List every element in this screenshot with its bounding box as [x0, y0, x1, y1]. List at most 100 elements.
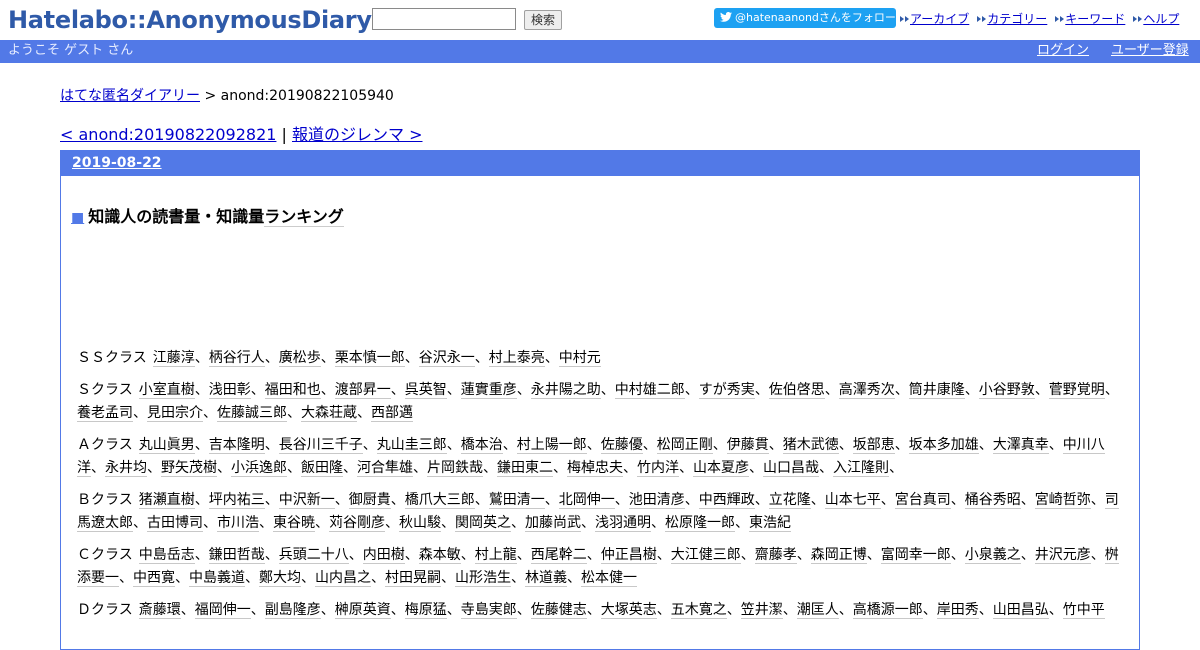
person-keyword-link[interactable]: 榊原英資 [334, 602, 391, 619]
person-keyword-link[interactable]: 中島義道 [189, 570, 245, 587]
person-keyword-link[interactable]: 内田樹 [362, 547, 405, 564]
breadcrumb-home-link[interactable]: はてな匿名ダイアリー [60, 88, 200, 104]
person-keyword-link[interactable]: 松原隆一郎 [665, 515, 735, 532]
person-keyword-link[interactable]: 森岡正博 [810, 547, 867, 564]
person-keyword-link[interactable]: 井沢元彦 [1034, 547, 1091, 564]
twitter-follow-button[interactable]: @hatenaanondさんをフォロー [714, 8, 896, 28]
person-keyword-link[interactable]: 佐伯啓思 [768, 382, 825, 399]
person-keyword-link[interactable]: 松本健一 [581, 570, 637, 587]
person-keyword-link[interactable]: 蓮實重彦 [460, 382, 517, 399]
person-keyword-link[interactable]: 村田晃嗣 [385, 570, 441, 587]
person-keyword-link[interactable]: 山口昌哉 [763, 460, 819, 477]
person-keyword-link[interactable]: 桶谷秀昭 [964, 492, 1021, 509]
person-keyword-link[interactable]: 河合隼雄 [357, 460, 413, 477]
person-keyword-link[interactable]: 兵頭二十八 [278, 547, 349, 564]
person-keyword-link[interactable]: 小谷野敦 [978, 382, 1035, 399]
person-keyword-link[interactable]: 呉英智 [404, 382, 447, 399]
person-keyword-link[interactable]: 大塚英志 [600, 602, 657, 619]
person-keyword-link[interactable]: 高橋源一郎 [852, 602, 923, 619]
person-keyword-link[interactable]: 坂部恵 [852, 437, 895, 454]
person-keyword-link[interactable]: 五木寛之 [670, 602, 727, 619]
prev-entry-link[interactable]: < anond:20190822092821 [60, 125, 276, 144]
person-keyword-link[interactable]: 副島隆彦 [264, 602, 321, 619]
person-keyword-link[interactable]: 養老孟司 [77, 405, 133, 422]
person-keyword-link[interactable]: 中島岳志 [138, 547, 195, 564]
person-keyword-link[interactable]: 大森荘蔵 [301, 405, 357, 422]
nav-help-link[interactable]: ヘルプ [1143, 12, 1179, 26]
person-keyword-link[interactable]: 栗本慎一郎 [334, 350, 405, 367]
person-keyword-link[interactable]: 鷲田清一 [488, 492, 545, 509]
person-keyword-link[interactable]: 鎌田哲哉 [208, 547, 265, 564]
person-keyword-link[interactable]: 福岡伸一 [194, 602, 251, 619]
person-keyword-link[interactable]: 宮崎哲弥 [1034, 492, 1091, 509]
person-keyword-link[interactable]: 東浩紀 [749, 515, 791, 532]
person-keyword-link[interactable]: 猪木武徳 [782, 437, 839, 454]
person-keyword-link[interactable]: 御厨貴 [348, 492, 391, 509]
person-keyword-link[interactable]: 渡部昇一 [334, 382, 391, 399]
person-keyword-link[interactable]: 橋本治 [460, 437, 503, 454]
search-button[interactable]: 検索 [524, 10, 562, 30]
person-keyword-link[interactable]: 菅野覚明 [1048, 382, 1105, 399]
person-keyword-link[interactable]: 斎藤環 [138, 602, 181, 619]
person-keyword-link[interactable]: 小泉義之 [964, 547, 1021, 564]
person-keyword-link[interactable]: 片岡鉄哉 [427, 460, 483, 477]
person-keyword-link[interactable]: 中西寛 [133, 570, 175, 587]
person-keyword-link[interactable]: 江藤淳 [152, 350, 195, 367]
person-keyword-link[interactable]: 高澤秀次 [838, 382, 895, 399]
person-keyword-link[interactable]: 苅谷剛彦 [329, 515, 385, 532]
person-keyword-link[interactable]: 宮台真司 [894, 492, 951, 509]
person-keyword-link[interactable]: 竹中平 [1062, 602, 1105, 619]
person-keyword-link[interactable]: 佐藤優 [600, 437, 643, 454]
person-keyword-link[interactable]: 山形浩生 [455, 570, 511, 587]
person-keyword-link[interactable]: 吉本隆明 [208, 437, 265, 454]
person-keyword-link[interactable]: 筒井康隆 [908, 382, 965, 399]
entry-permalink-square[interactable]: ■ [71, 210, 84, 226]
person-keyword-link[interactable]: 大江健三郎 [670, 547, 741, 564]
person-keyword-link[interactable]: 福田和也 [264, 382, 321, 399]
person-keyword-link[interactable]: 小浜逸郎 [231, 460, 287, 477]
person-keyword-link[interactable]: 大澤真幸 [992, 437, 1049, 454]
person-keyword-link[interactable]: 浅羽通明 [595, 515, 651, 532]
person-keyword-link[interactable]: 寺島実郎 [460, 602, 517, 619]
person-keyword-link[interactable]: 見田宗介 [147, 405, 203, 422]
person-keyword-link[interactable]: 梅棹忠夫 [567, 460, 623, 477]
person-keyword-link[interactable]: 中村元 [558, 350, 601, 367]
person-keyword-link[interactable]: 鄭大均 [259, 570, 301, 587]
person-keyword-link[interactable]: 村上泰亮 [488, 350, 545, 367]
person-keyword-link[interactable]: 山本七平 [824, 492, 881, 509]
nav-help[interactable]: ヘルプ [1133, 10, 1179, 27]
person-keyword-link[interactable]: 松岡正剛 [656, 437, 713, 454]
person-keyword-link[interactable]: 加藤尚武 [525, 515, 581, 532]
person-keyword-link[interactable]: 村上龍 [474, 547, 517, 564]
person-keyword-link[interactable]: 橋爪大三郎 [404, 492, 475, 509]
person-keyword-link[interactable]: 仲正昌樹 [600, 547, 657, 564]
person-keyword-link[interactable]: 中西輝政 [698, 492, 755, 509]
person-keyword-link[interactable]: 谷沢永一 [418, 350, 475, 367]
entry-title-keyword-link[interactable]: ランキング [264, 207, 344, 227]
person-keyword-link[interactable]: 坂本多加雄 [908, 437, 979, 454]
nav-keyword[interactable]: キーワード [1055, 10, 1125, 27]
person-keyword-link[interactable]: 西尾幹二 [530, 547, 587, 564]
person-keyword-link[interactable]: 山本夏彦 [693, 460, 749, 477]
person-keyword-link[interactable]: 市川浩 [217, 515, 259, 532]
person-keyword-link[interactable]: すが秀実 [698, 382, 755, 399]
person-keyword-link[interactable]: 柄谷行人 [208, 350, 265, 367]
person-keyword-link[interactable]: 鎌田東二 [497, 460, 553, 477]
person-keyword-link[interactable]: 梅原猛 [404, 602, 447, 619]
person-keyword-link[interactable]: 中沢新一 [278, 492, 335, 509]
search-input[interactable] [372, 8, 516, 30]
person-keyword-link[interactable]: 飯田隆 [301, 460, 343, 477]
person-keyword-link[interactable]: 森本敏 [418, 547, 461, 564]
nav-category-link[interactable]: カテゴリー [987, 12, 1047, 26]
person-keyword-link[interactable]: 池田清彦 [628, 492, 685, 509]
nav-archive-link[interactable]: アーカイブ [910, 12, 969, 26]
person-keyword-link[interactable]: 永井均 [105, 460, 147, 477]
login-link[interactable]: ログイン [1037, 40, 1089, 62]
person-keyword-link[interactable]: 佐藤誠三郎 [217, 405, 287, 422]
person-keyword-link[interactable]: 野矢茂樹 [161, 460, 217, 477]
nav-keyword-link[interactable]: キーワード [1065, 12, 1125, 26]
person-keyword-link[interactable]: 佐藤健志 [530, 602, 587, 619]
person-keyword-link[interactable]: 山内昌之 [315, 570, 371, 587]
nav-archive[interactable]: アーカイブ [900, 10, 969, 27]
person-keyword-link[interactable]: 関岡英之 [455, 515, 511, 532]
